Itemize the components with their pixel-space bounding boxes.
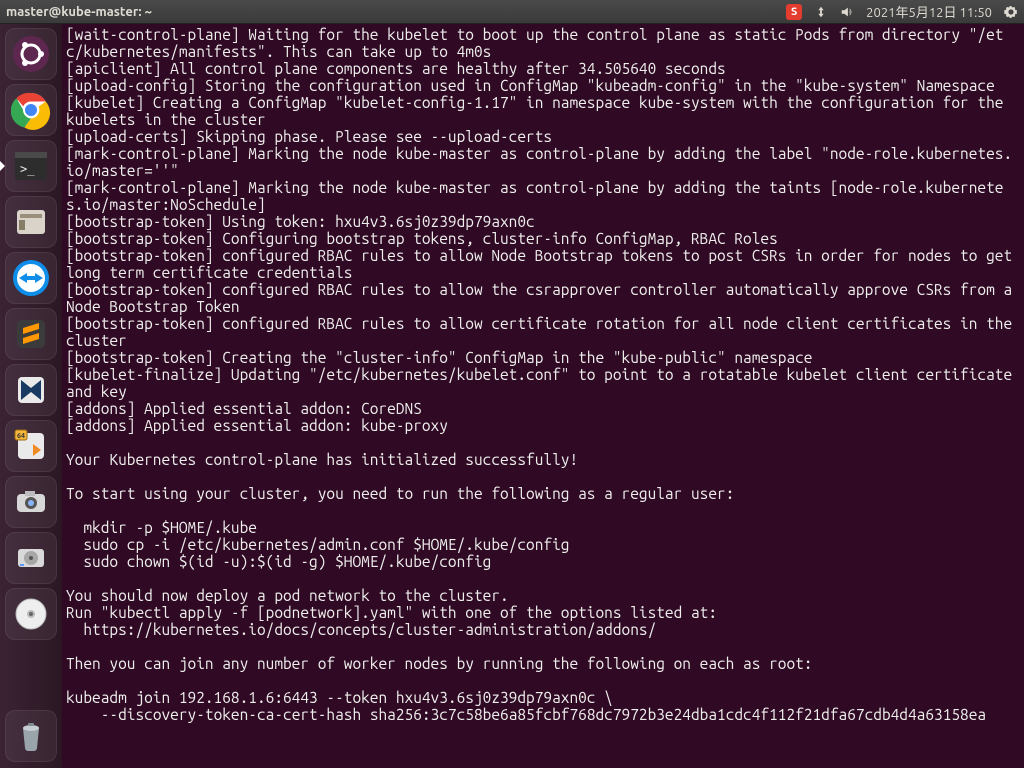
sogou-icon: S [786, 4, 802, 20]
disk-icon [11, 538, 51, 578]
teamviewer-icon [11, 258, 51, 298]
window-title: master@kube-master: ~ [6, 5, 152, 19]
terminal-text: [wait-control-plane] Waiting for the kub… [66, 26, 1021, 723]
clock[interactable]: 2021年5月12日 11:50 [866, 2, 992, 21]
launcher-item-disks[interactable] [5, 532, 57, 584]
launcher-item-files[interactable] [5, 196, 57, 248]
volume-icon [840, 5, 854, 19]
session-indicator[interactable] [1004, 5, 1018, 19]
launcher-item-camera[interactable] [5, 476, 57, 528]
launcher-item-trash[interactable] [5, 710, 57, 762]
ime-indicator[interactable]: S [786, 4, 802, 20]
network-indicator[interactable] [814, 5, 828, 19]
launcher-item-teamviewer[interactable] [5, 252, 57, 304]
trash-icon [11, 716, 51, 756]
files-icon [11, 202, 51, 242]
chrome-icon [11, 90, 51, 130]
unity-launcher: >_ 64 [0, 24, 62, 768]
launcher-item-disc[interactable] [5, 588, 57, 640]
camera-icon [11, 482, 51, 522]
sound-indicator[interactable] [840, 5, 854, 19]
launcher-item-sublime[interactable] [5, 308, 57, 360]
ubuntu-icon [11, 34, 51, 74]
disc-icon [11, 594, 51, 634]
launcher-item-virtualbox[interactable] [5, 364, 57, 416]
launcher-item-terminal[interactable]: >_ [5, 140, 57, 192]
virtualbox-icon [11, 370, 51, 410]
terminal-output[interactable]: [wait-control-plane] Waiting for the kub… [62, 24, 1024, 768]
launcher-item-dash[interactable] [5, 28, 57, 80]
svg-text:64: 64 [17, 432, 25, 440]
top-menu-bar: master@kube-master: ~ S 2021年5月12日 11:50 [0, 0, 1024, 24]
network-icon [814, 5, 828, 19]
terminal-icon: >_ [11, 146, 51, 186]
launcher-item-vm[interactable]: 64 [5, 420, 57, 472]
svg-text:>_: >_ [20, 162, 35, 176]
vm-icon: 64 [11, 426, 51, 466]
launcher-item-chrome[interactable] [5, 84, 57, 136]
gear-icon [1004, 5, 1018, 19]
sublime-icon [11, 314, 51, 354]
